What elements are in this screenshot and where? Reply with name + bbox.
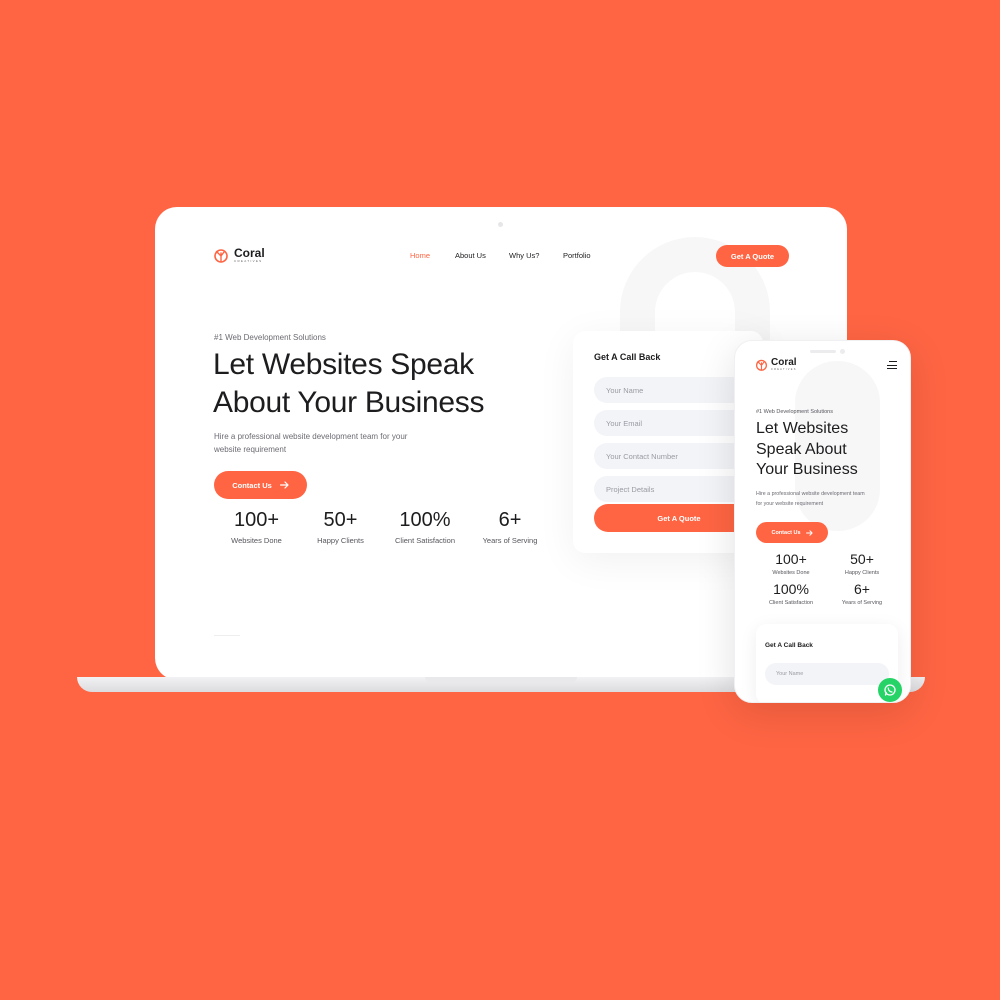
nav-home[interactable]: Home	[410, 251, 430, 260]
stat-value: 50+	[323, 509, 358, 531]
arrow-right-icon	[805, 529, 813, 536]
mobile-stat-websites-done: 100+ Websites Done	[756, 551, 826, 576]
mobile-title-line1: Let Websites	[756, 420, 849, 437]
stat-value: 100%	[773, 581, 809, 597]
whatsapp-glyph-icon	[884, 684, 896, 696]
hero-subtitle-line2: website requirement	[214, 445, 287, 454]
stat-value: 100%	[399, 509, 451, 531]
laptop-notch	[425, 677, 577, 683]
mobile-contact-us-button[interactable]: Contact Us	[756, 522, 828, 543]
mobile-title-line3: Your Business	[756, 461, 858, 478]
mobile-stat-happy-clients: 50+ Happy Clients	[827, 551, 897, 576]
mobile-stat-client-satisfaction: 100% Client Satisfaction	[756, 581, 826, 606]
stat-value: 50+	[850, 551, 874, 567]
hero-title-line2: About Your Business	[213, 386, 485, 419]
nav-portfolio[interactable]: Portfolio	[563, 251, 591, 260]
contact-us-label: Contact Us	[771, 529, 801, 536]
hamburger-menu-icon[interactable]	[887, 361, 897, 369]
divider	[214, 635, 240, 636]
whatsapp-icon[interactable]	[878, 678, 902, 702]
stat-label: Years of Serving	[482, 536, 538, 545]
mobile-hero-tag: #1 Web Development Solutions	[756, 409, 833, 415]
hero-title-line1: Let Websites Speak	[213, 348, 474, 381]
phone-mockup: Coral CREATIVES #1 Web Development Solut…	[734, 340, 911, 703]
mobile-subtitle-line1: Hire a professional website development …	[756, 491, 865, 497]
contact-us-label: Contact Us	[232, 480, 272, 490]
project-details-input[interactable]: Project Details	[594, 476, 754, 502]
stat-value: 100+	[775, 551, 807, 567]
hero-title: Let Websites Speak About Your Business	[213, 346, 484, 422]
contact-us-button[interactable]: Contact Us	[214, 471, 307, 499]
brand-logo[interactable]: Coral CREATIVES	[213, 247, 265, 263]
hero-subtitle-line1: Hire a professional website development …	[214, 432, 408, 441]
stat-value: 100+	[233, 509, 280, 531]
mobile-hero-title: Let Websites Speak About Your Business	[756, 419, 858, 481]
stat-value: 6+	[498, 509, 522, 531]
stat-years-serving: 6+ Years of Serving	[474, 509, 546, 545]
phone-speaker	[810, 350, 836, 353]
stat-label: Websites Done	[231, 536, 282, 545]
hero-subtitle: Hire a professional website development …	[214, 430, 444, 456]
mobile-call-back-form: Get A Call Back Your Name	[756, 624, 898, 702]
coral-logo-icon	[755, 360, 768, 372]
mobile-brand-logo[interactable]: Coral CREATIVES	[755, 358, 797, 372]
form-title: Get A Call Back	[594, 352, 661, 362]
stat-label: Websites Done	[772, 570, 810, 576]
mobile-form-title: Get A Call Back	[765, 642, 813, 649]
get-a-quote-button[interactable]: Get A Quote	[716, 245, 789, 267]
stat-label: Happy Clients	[844, 570, 880, 576]
nav-why-us[interactable]: Why Us?	[509, 251, 539, 260]
email-input[interactable]: Your Email	[594, 410, 754, 436]
phone-camera	[840, 349, 845, 354]
stat-label: Client Satisfaction	[394, 536, 456, 545]
mobile-hero-subtitle: Hire a professional website development …	[756, 489, 891, 509]
brand-subtitle: CREATIVES	[234, 259, 263, 263]
mobile-subtitle-line2: for your website requirement	[756, 501, 824, 507]
hero-tag: #1 Web Development Solutions	[214, 333, 326, 342]
stat-client-satisfaction: 100% Client Satisfaction	[384, 509, 466, 545]
mobile-title-line2: Speak About	[756, 440, 847, 458]
arrow-right-icon	[279, 481, 289, 489]
brand-name: Coral	[771, 357, 797, 368]
mobile-name-input[interactable]: Your Name	[765, 663, 889, 685]
stat-websites-done: 100+ Websites Done	[214, 509, 299, 545]
brand-name: Coral	[234, 246, 265, 260]
coral-logo-icon	[214, 249, 228, 263]
nav-about-us[interactable]: About Us	[455, 251, 486, 260]
stat-label: Client Satisfaction	[768, 600, 814, 606]
stat-label: Years of Serving	[841, 600, 883, 606]
stat-label: Happy Clients	[317, 536, 364, 545]
brand-subtitle: CREATIVES	[771, 368, 797, 371]
stat-happy-clients: 50+ Happy Clients	[303, 509, 378, 545]
contact-number-input[interactable]: Your Contact Number	[594, 443, 754, 469]
name-input[interactable]: Your Name	[594, 377, 754, 403]
laptop-camera	[498, 222, 503, 227]
stat-value: 6+	[854, 581, 870, 597]
mobile-stat-years-serving: 6+ Years of Serving	[827, 581, 897, 606]
